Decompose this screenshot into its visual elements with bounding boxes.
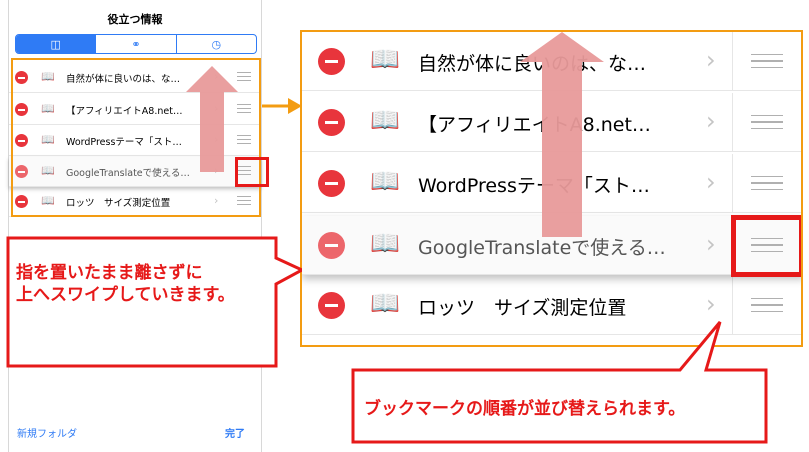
segmented-control: ◫ ⚭ ◷: [15, 34, 257, 54]
chevron-right-icon: ›: [706, 168, 716, 196]
swipe-up-arrow-large: [520, 32, 604, 237]
delete-icon[interactable]: [318, 292, 345, 319]
zoom-connector-arrow: [262, 98, 302, 114]
bookmark-label: ロッツ サイズ測定位置: [418, 297, 627, 319]
bookmark-icon: 📖: [370, 45, 400, 73]
tab-reading-list[interactable]: ⚭: [95, 35, 175, 53]
bookmark-icon: 📖: [370, 289, 400, 317]
bookmark-label: GoogleTranslateで使える…: [418, 237, 666, 259]
callout-swipe-instruction: 指を置いたまま離さずに 上へスワイプしていきます。: [16, 263, 235, 305]
swipe-up-arrow-small: [186, 66, 238, 172]
tab-bookmarks[interactable]: ◫: [16, 35, 96, 53]
chevron-right-icon: ›: [706, 290, 716, 318]
chevron-right-icon: ›: [706, 230, 716, 258]
glasses-icon: ⚭: [131, 37, 141, 51]
bookmark-icon: 📖: [370, 106, 400, 134]
bookmark-icon: 📖: [370, 167, 400, 195]
reorder-handle-icon[interactable]: [751, 176, 783, 190]
delete-icon[interactable]: [318, 170, 345, 197]
delete-icon[interactable]: [318, 232, 345, 259]
reorder-handle-icon[interactable]: [751, 298, 783, 312]
folder-title: 役立つ情報: [107, 13, 163, 26]
zoomed-bookmark-list: 📖 自然が体に良いのは、な… › 📖 【アフィリエイトA8.net… › 📖 W…: [300, 30, 803, 347]
bookmark-icon: 📖: [370, 229, 400, 257]
reorder-handle-icon[interactable]: [751, 115, 783, 129]
reorder-handle-icon[interactable]: [751, 54, 783, 68]
delete-icon[interactable]: [318, 109, 345, 136]
clock-icon: ◷: [211, 37, 222, 51]
new-folder-button[interactable]: 新規フォルダ: [17, 425, 77, 440]
chevron-right-icon: ›: [706, 107, 716, 135]
callout-bubble-bottom: [351, 321, 768, 444]
chevron-right-icon: ›: [706, 46, 716, 74]
book-icon: ◫: [50, 37, 61, 51]
done-button[interactable]: 完了: [225, 425, 245, 440]
callout-reorder-result: ブックマークの順番が並び替えられます。: [364, 399, 686, 419]
delete-icon[interactable]: [318, 48, 345, 75]
highlight-box-red: [235, 157, 269, 187]
highlight-box-red: [731, 215, 801, 277]
tab-history[interactable]: ◷: [175, 35, 256, 53]
